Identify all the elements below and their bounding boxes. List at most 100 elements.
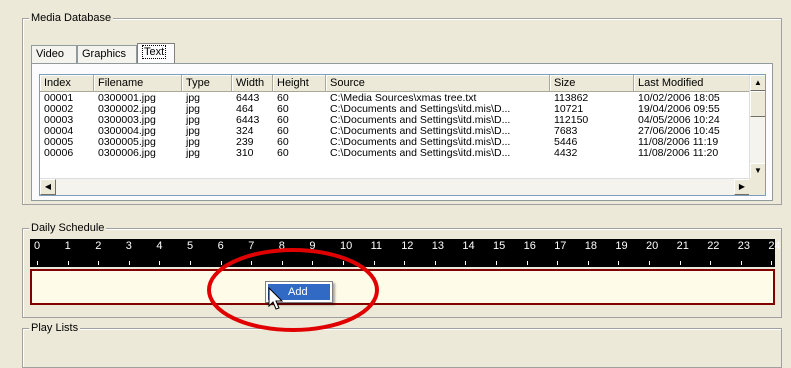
cell-width: 6443: [236, 115, 260, 126]
daily-schedule-group: Daily Schedule 0 1 2 3 4 5 6 7 8 9 10 11 12 13 14 15 16 1…: [22, 221, 782, 318]
tab-text[interactable]: Text: [137, 43, 175, 64]
cell-size: 113862: [554, 93, 589, 104]
hour-tick: [557, 261, 559, 265]
hour-label: 12: [401, 240, 414, 252]
hour-tick: [404, 261, 406, 265]
hour-tick: [740, 261, 742, 265]
hour-label: 17: [554, 240, 567, 252]
hour-tick: [98, 261, 100, 265]
tab-video[interactable]: Video: [31, 45, 77, 63]
hour-ruler: 0 1 2 3 4 5 6 7 8 9 10 11 12 13 14 15 16 17 18 19 20 21 22 23 24: [30, 239, 781, 267]
cell-filename: 0300001.jpg: [98, 93, 156, 104]
cell-source: C:\Documents and Settings\itd.mis\D...: [330, 126, 511, 137]
cell-type: jpg: [186, 104, 201, 115]
cell-index: 00004: [44, 126, 74, 137]
table-row[interactable]: 00004 0300004.jpg jpg 324 60 C:\Document…: [40, 126, 750, 137]
hour-tick: [710, 261, 712, 265]
col-size[interactable]: Size: [550, 75, 634, 92]
schedule-track[interactable]: [30, 269, 775, 305]
hour-label: 23: [737, 240, 751, 252]
cell-type: jpg: [186, 115, 201, 126]
hour-tick: [190, 261, 191, 265]
cell-modified: 10/02/2006 18:05: [638, 93, 720, 104]
vertical-scroll-thumb[interactable]: [750, 91, 765, 117]
cell-type: jpg: [186, 126, 201, 137]
col-height[interactable]: Height: [273, 75, 326, 92]
col-width[interactable]: Width: [232, 75, 273, 92]
hour-label: 19: [615, 240, 628, 252]
cell-filename: 0300002.jpg: [98, 104, 156, 115]
cell-width: 310: [236, 148, 254, 159]
cell-filename: 0300006.jpg: [98, 148, 156, 159]
hour-tick: [618, 261, 620, 265]
play-lists-group: Play Lists: [22, 321, 782, 368]
hour-tick: [679, 261, 681, 265]
cell-type: jpg: [186, 137, 201, 148]
cell-width: 6443: [236, 93, 260, 104]
hour-label: 6: [217, 240, 224, 252]
hour-tick: [37, 261, 38, 265]
cell-modified: 11/08/2006 11:19: [638, 137, 719, 148]
cell-source: C:\Documents and Settings\itd.mis\D...: [330, 115, 511, 126]
horizontal-scrollbar[interactable]: ◀ ▶: [40, 178, 750, 195]
daily-schedule-title: Daily Schedule: [29, 221, 107, 235]
hour-label: 21: [676, 240, 689, 252]
hour-label: 24: [768, 240, 781, 252]
media-list[interactable]: Index Filename Type Width Height Source …: [39, 74, 766, 196]
hour-tick: [343, 261, 344, 265]
scroll-right-icon[interactable]: ▶: [734, 179, 750, 195]
hour-label: 3: [125, 240, 132, 252]
table-row[interactable]: 00001 0300001.jpg jpg 6443 60 C:\Media S…: [40, 93, 750, 104]
cell-height: 60: [277, 126, 289, 137]
tab-graphics[interactable]: Graphics: [77, 45, 137, 63]
cell-modified: 27/06/2006 10:45: [638, 126, 720, 137]
media-database-group: Media Database Video Graphics Text Index…: [22, 11, 782, 205]
scroll-left-icon[interactable]: ◀: [40, 179, 56, 195]
vertical-scrollbar[interactable]: ▲ ▼: [749, 75, 765, 179]
cell-modified: 11/08/2006 11:20: [638, 148, 719, 159]
cell-size: 7683: [554, 126, 578, 137]
cell-size: 5446: [554, 137, 578, 148]
col-source[interactable]: Source: [326, 75, 550, 92]
col-index[interactable]: Index: [40, 75, 94, 92]
hour-label: 11: [370, 240, 383, 252]
table-row[interactable]: 00002 0300002.jpg jpg 464 60 C:\Document…: [40, 104, 750, 115]
hour-label: 10: [340, 240, 353, 252]
cell-source: C:\Media Sources\xmas tree.txt: [330, 93, 477, 104]
hour-tick: [771, 261, 773, 265]
cell-type: jpg: [186, 148, 201, 159]
hour-tick: [587, 261, 589, 265]
cell-filename: 0300005.jpg: [98, 137, 156, 148]
cell-modified: 04/05/2006 10:24: [638, 115, 720, 126]
hour-tick: [526, 261, 528, 265]
hour-tick: [465, 261, 467, 265]
hour-label: 5: [187, 240, 194, 252]
col-type[interactable]: Type: [182, 75, 232, 92]
table-row[interactable]: 00003 0300003.jpg jpg 6443 60 C:\Documen…: [40, 115, 750, 126]
table-row[interactable]: 00005 0300005.jpg jpg 239 60 C:\Document…: [40, 137, 750, 148]
cell-height: 60: [277, 104, 289, 115]
hour-tick: [312, 261, 314, 265]
hour-tick: [128, 261, 130, 265]
tab-text-label: Text: [142, 45, 167, 59]
tab-panel: Index Filename Type Width Height Source …: [31, 63, 773, 201]
hour-tick: [251, 261, 253, 265]
table-row[interactable]: 00006 0300006.jpg jpg 310 60 C:\Document…: [40, 148, 750, 159]
cell-source: C:\Documents and Settings\itd.mis\D...: [330, 148, 511, 159]
hour-label: 18: [584, 240, 598, 252]
hour-label: 1: [64, 240, 71, 252]
scroll-down-icon[interactable]: ▼: [750, 163, 765, 179]
cell-filename: 0300004.jpg: [98, 126, 156, 137]
hour-tick: [649, 261, 650, 265]
col-last-modified[interactable]: Last Modified: [634, 75, 750, 92]
hour-label: 13: [431, 240, 445, 252]
hour-label: 9: [309, 240, 316, 252]
scroll-up-icon[interactable]: ▲: [750, 75, 765, 91]
hour-tick: [67, 261, 69, 265]
hour-tick: [281, 261, 283, 265]
cell-index: 00006: [44, 148, 74, 159]
col-filename[interactable]: Filename: [94, 75, 182, 92]
cell-height: 60: [277, 137, 289, 148]
media-database-title: Media Database: [29, 11, 114, 25]
hour-label: 4: [156, 240, 163, 252]
